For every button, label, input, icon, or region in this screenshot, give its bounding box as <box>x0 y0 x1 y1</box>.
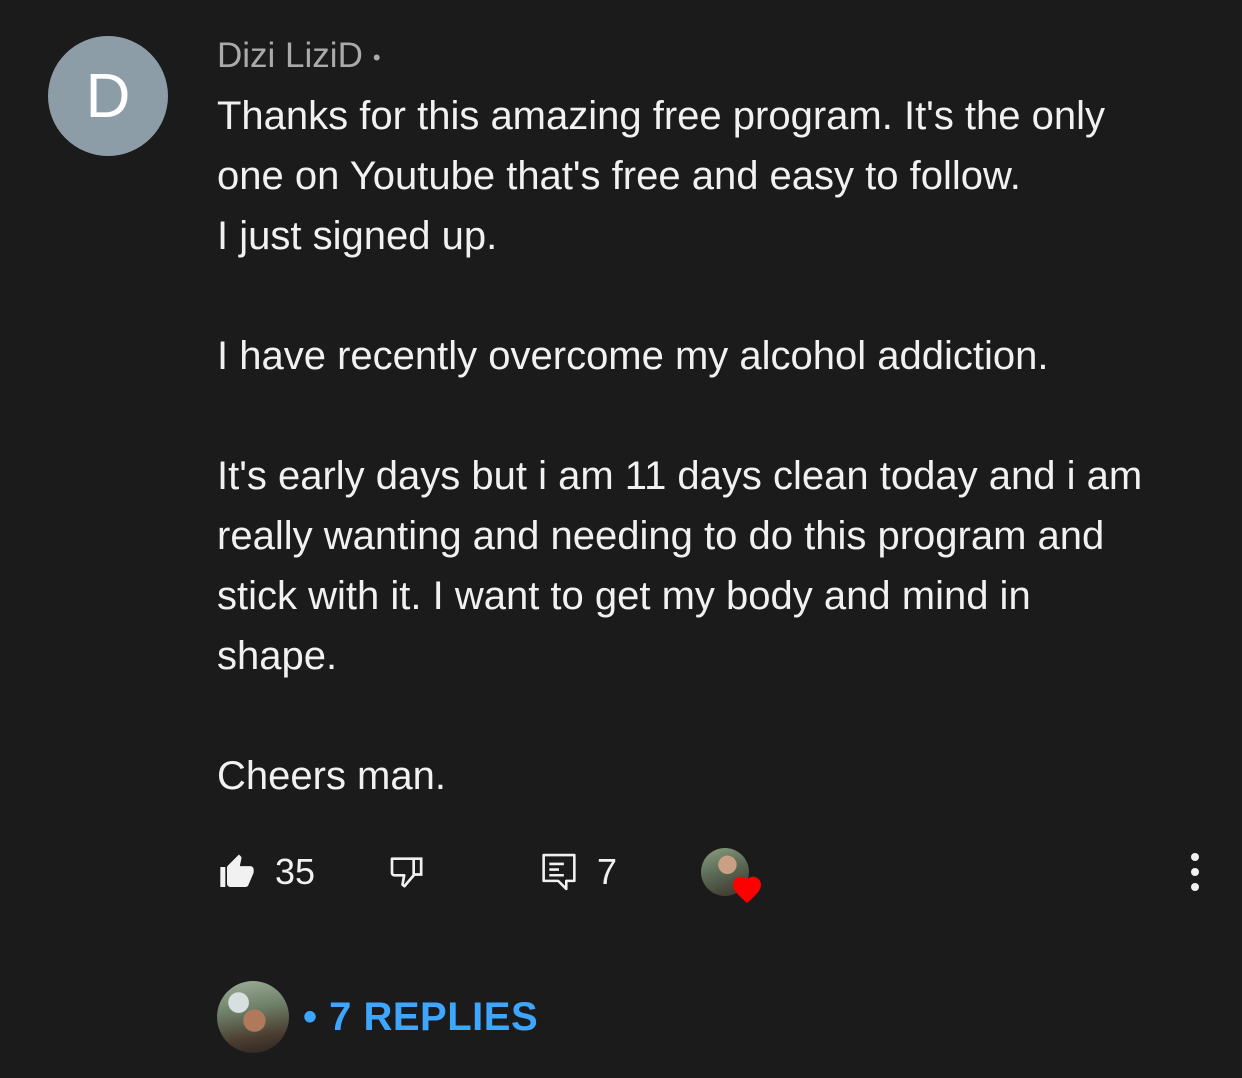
comment-line: Cheers man. <box>217 754 446 798</box>
heart-icon <box>731 874 763 909</box>
author-name[interactable]: Dizi LiziD <box>217 36 363 75</box>
more-dot <box>1191 868 1199 876</box>
view-replies-link[interactable]: • 7 REPLIES <box>303 995 538 1040</box>
reply-author-avatar <box>217 981 289 1053</box>
comment-line: Thanks for this amazing free program. It… <box>217 94 1106 138</box>
dislike-button[interactable] <box>387 848 427 896</box>
author-avatar[interactable]: D <box>48 36 168 156</box>
comment-body: Thanks for this amazing free program. It… <box>217 86 1207 806</box>
reply-count: 7 <box>597 851 618 892</box>
comment-line: I have recently overcome my alcohol addi… <box>217 334 1049 378</box>
comment-line: one on Youtube that's free and easy to f… <box>217 154 1021 198</box>
reply-button[interactable]: 7 <box>539 848 617 896</box>
like-count: 35 <box>275 851 316 892</box>
thumbs-up-icon <box>217 852 257 892</box>
comment-line: shape. <box>217 634 338 678</box>
view-replies[interactable]: • 7 REPLIES <box>217 980 538 1054</box>
comment-icon <box>539 851 579 893</box>
comment-blank-line <box>217 686 1207 746</box>
comment-line: stick with it. I want to get my body and… <box>217 574 1031 618</box>
comment-blank-line <box>217 266 1207 326</box>
like-button[interactable]: 35 <box>217 848 315 896</box>
comment-line: I just signed up. <box>217 214 498 258</box>
comment-actions: 35 7 <box>217 840 1207 910</box>
comment-line: really wanting and needing to do this pr… <box>217 514 1105 558</box>
thumbs-down-icon <box>387 852 427 892</box>
comment-header: Dizi LiziD • <box>217 36 381 78</box>
avatar-letter: D <box>85 61 131 131</box>
more-dot <box>1191 853 1199 861</box>
comment-line: It's early days but i am 11 days clean t… <box>217 454 1143 498</box>
creator-heart-badge <box>701 848 765 906</box>
more-vertical-icon[interactable] <box>1183 848 1207 896</box>
header-separator: • <box>372 44 381 70</box>
comment-blank-line <box>217 386 1207 446</box>
more-dot <box>1191 883 1199 891</box>
